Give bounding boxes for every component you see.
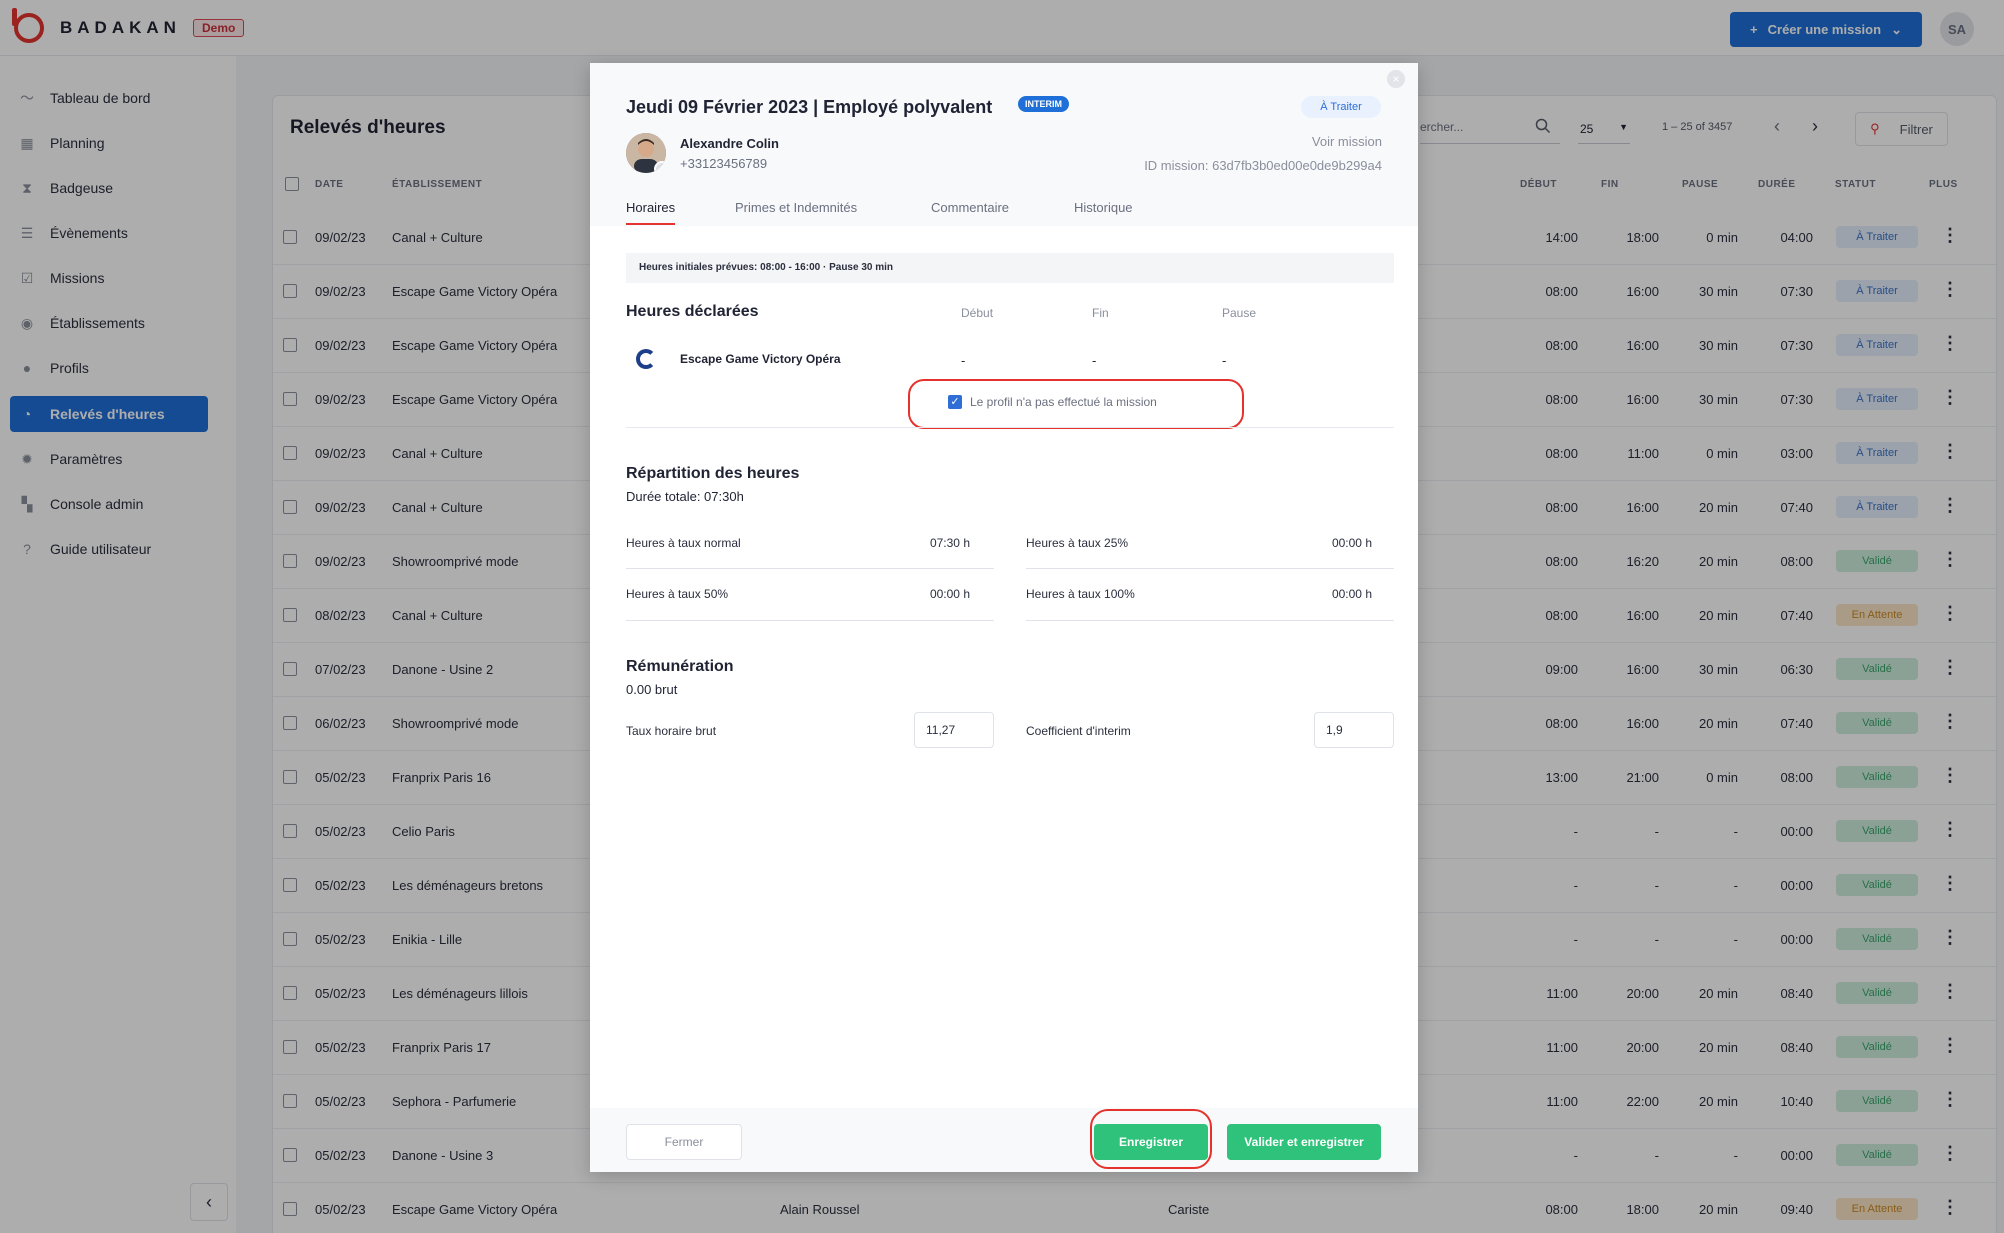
repartition-title: Répartition des heures <box>626 465 800 482</box>
contract-type-badge: INTERIM <box>1018 96 1069 112</box>
declared-fin-value: - <box>1092 353 1097 368</box>
interim-coef-label: Coefficient d'interim <box>1026 724 1131 738</box>
declared-col-pause: Pause <box>1222 306 1257 320</box>
divider <box>626 620 994 621</box>
remuneration-title: Rémunération <box>626 658 734 675</box>
rate-100-value: 00:00 h <box>1331 587 1372 601</box>
rate-100-label: Heures à taux 100% <box>1026 587 1135 601</box>
tab-primes-indemnites[interactable]: Primes et Indemnités <box>735 200 857 215</box>
profile-name[interactable]: Alexandre Colin <box>680 136 779 151</box>
rate-50-value: 00:00 h <box>929 587 970 601</box>
timesheet-modal: × Jeudi 09 Février 2023 | Employé polyva… <box>590 63 1418 1172</box>
tab-historique[interactable]: Historique <box>1074 200 1133 215</box>
divider <box>1026 620 1394 621</box>
rate-normal-value: 07:30 h <box>929 536 970 550</box>
highlight-annotation <box>1090 1109 1212 1169</box>
validate-and-save-button[interactable]: Valider et enregistrer <box>1227 1124 1381 1160</box>
declared-col-debut: Début <box>961 306 994 320</box>
status-badge: À Traiter <box>1301 96 1381 118</box>
repartition-total: Durée totale: 07:30h <box>626 489 744 504</box>
rate-25-label: Heures à taux 25% <box>1026 536 1129 550</box>
close-button[interactable]: Fermer <box>626 1124 742 1160</box>
tab-horaires[interactable]: Horaires <box>626 200 676 225</box>
highlight-annotation <box>908 379 1244 429</box>
tab-commentaire[interactable]: Commentaire <box>931 200 1009 215</box>
rate-50-label: Heures à taux 50% <box>626 587 729 601</box>
declared-hours-title: Heures déclarées <box>626 303 759 320</box>
remuneration-total: 0.00 brut <box>626 682 678 697</box>
profile-avatar <box>626 133 666 173</box>
divider <box>1026 568 1394 569</box>
planned-hours-info: Heures initiales prévues: 08:00 - 16:00 … <box>626 253 1394 283</box>
person-photo-icon <box>626 133 666 173</box>
view-mission-link[interactable]: Voir mission <box>1312 134 1382 149</box>
rate-normal-label: Heures à taux normal <box>626 536 741 550</box>
establishment-logo-icon <box>636 349 656 369</box>
mission-id: ID mission: 63d7fb3b0ed00e0de9b299a4 <box>1144 158 1382 173</box>
modal-title: Jeudi 09 Février 2023 | Employé polyvale… <box>626 97 993 117</box>
hourly-rate-input[interactable]: 11,27 <box>914 712 994 748</box>
declared-pause-value: - <box>1222 353 1227 368</box>
declared-col-fin: Fin <box>1092 306 1109 320</box>
profile-phone: +33123456789 <box>680 156 768 171</box>
divider <box>626 568 994 569</box>
hourly-rate-label: Taux horaire brut <box>626 724 717 738</box>
close-icon[interactable]: × <box>1387 70 1405 88</box>
interim-coef-input[interactable]: 1,9 <box>1314 712 1394 748</box>
declared-establishment: Escape Game Victory Opéra <box>680 352 841 366</box>
rate-25-value: 00:00 h <box>1331 536 1372 550</box>
divider <box>626 427 1394 428</box>
declared-debut-value: - <box>961 353 966 368</box>
